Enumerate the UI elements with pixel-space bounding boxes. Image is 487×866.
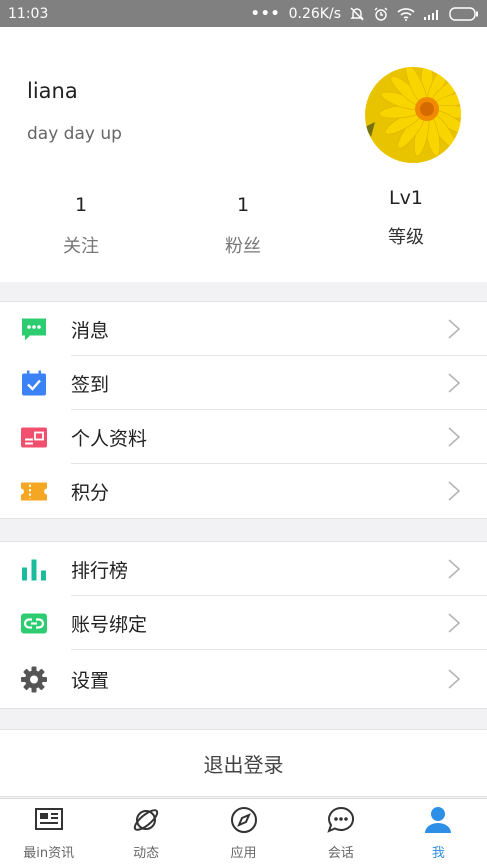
user-icon — [423, 805, 453, 835]
menu-group-1: 消息 签到 个人资料 积分 — [0, 301, 487, 519]
flower-avatar-image — [365, 67, 461, 163]
menu-item-label: 排行榜 — [71, 559, 129, 582]
status-indicators: ••• 0.26K/s — [251, 6, 479, 22]
menu-item-label: 账号绑定 — [71, 613, 148, 636]
menu-group-2: 排行榜 账号绑定 设置 — [0, 541, 487, 709]
tab-chats[interactable]: 会话 — [292, 799, 389, 866]
stat-fans[interactable]: 1 粉丝 — [183, 192, 303, 258]
following-label: 关注 — [63, 236, 99, 257]
chevron-right-icon — [448, 613, 461, 633]
motto: day day up — [27, 124, 122, 144]
tab-label: 我 — [431, 846, 445, 861]
wifi-icon — [397, 7, 415, 21]
compass-icon — [229, 805, 259, 835]
fans-count: 1 — [236, 194, 250, 216]
tab-apps[interactable]: 应用 — [195, 799, 292, 866]
news-icon — [34, 805, 64, 835]
tab-news[interactable]: 最in资讯 — [0, 799, 97, 866]
chevron-right-icon — [448, 559, 461, 579]
menu-item-label: 消息 — [71, 319, 110, 342]
bottom-tab-bar: 最in资讯 动态 应用 会话 我 — [0, 798, 487, 866]
menu-item-checkin[interactable]: 签到 — [0, 356, 487, 410]
level-value: Lv1 — [389, 187, 423, 209]
more-dots-icon: ••• — [250, 5, 281, 22]
alarm-icon — [373, 6, 389, 22]
message-icon — [19, 315, 48, 344]
chevron-right-icon — [448, 481, 461, 501]
planet-icon — [131, 805, 161, 835]
logout-button[interactable]: 退出登录 — [0, 729, 487, 797]
link-icon — [19, 609, 48, 638]
chevron-right-icon — [448, 669, 461, 689]
battery-icon — [449, 6, 479, 21]
menu-item-label: 设置 — [71, 669, 110, 692]
menu-item-points[interactable]: 积分 — [0, 464, 487, 518]
bar-chart-icon — [19, 555, 48, 584]
tab-moments[interactable]: 动态 — [97, 799, 194, 866]
network-speed: 0.26K/s — [288, 5, 341, 22]
chat-icon — [326, 805, 356, 835]
tab-label: 动态 — [133, 846, 160, 861]
fans-label: 粉丝 — [225, 236, 261, 257]
tab-label: 最in资讯 — [23, 846, 75, 861]
gear-icon — [19, 665, 48, 694]
menu-item-profile[interactable]: 个人资料 — [0, 410, 487, 464]
menu-item-label: 积分 — [71, 481, 110, 504]
chevron-right-icon — [448, 373, 461, 393]
avatar[interactable] — [365, 67, 461, 163]
username: liana — [27, 79, 78, 103]
profile-card-icon — [19, 423, 48, 452]
signal-icon — [423, 8, 441, 20]
tab-label: 会话 — [327, 846, 354, 861]
menu-item-label: 个人资料 — [71, 427, 148, 450]
menu-item-label: 签到 — [71, 373, 110, 396]
menu-item-account-binding[interactable]: 账号绑定 — [0, 596, 487, 650]
checkin-icon — [19, 369, 48, 398]
stat-level[interactable]: Lv1 等级 — [346, 185, 466, 249]
tab-me[interactable]: 我 — [390, 799, 487, 866]
menu-item-messages[interactable]: 消息 — [0, 302, 487, 356]
ticket-icon — [19, 477, 48, 506]
mute-bell-icon — [349, 6, 365, 22]
chevron-right-icon — [448, 319, 461, 339]
profile-header: liana day day up 1 关注 1 粉丝 Lv1 等级 — [0, 27, 487, 282]
menu-item-settings[interactable]: 设置 — [0, 650, 487, 708]
status-time: 11:03 — [8, 5, 49, 22]
level-label: 等级 — [388, 227, 424, 248]
chevron-right-icon — [448, 427, 461, 447]
following-count: 1 — [74, 194, 88, 216]
menu-item-leaderboard[interactable]: 排行榜 — [0, 542, 487, 596]
stat-following[interactable]: 1 关注 — [21, 192, 141, 258]
status-bar: 11:03 ••• 0.26K/s — [0, 0, 487, 27]
tab-label: 应用 — [230, 846, 257, 861]
